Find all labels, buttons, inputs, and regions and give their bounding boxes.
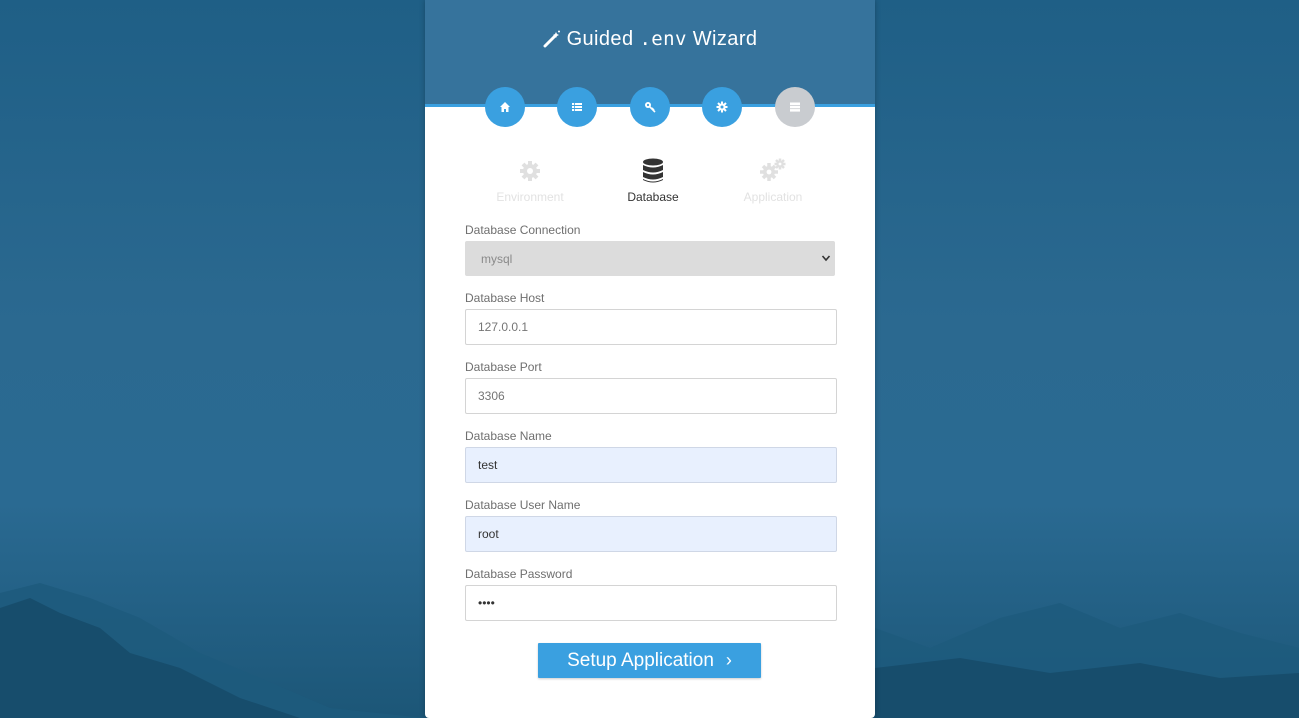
port-input[interactable]: 3306 xyxy=(465,378,837,414)
title-prefix: Guided xyxy=(566,28,634,50)
tab-environment[interactable]: Environment xyxy=(470,158,590,204)
port-label: Database Port xyxy=(465,360,542,374)
tab-environment-label: Environment xyxy=(496,190,564,204)
key-icon xyxy=(645,102,656,113)
username-input[interactable]: root xyxy=(465,516,837,552)
gear-icon xyxy=(716,101,728,113)
host-label: Database Host xyxy=(465,291,545,305)
wizard-panel: Guided .env Wizard Environment Database xyxy=(425,0,875,718)
step-list-button[interactable] xyxy=(557,87,597,127)
step-home-button[interactable] xyxy=(485,87,525,127)
database-name-input[interactable]: test xyxy=(465,447,837,483)
connection-value: mysql xyxy=(481,252,513,266)
setup-application-label: Setup Application xyxy=(567,650,714,671)
step-key-button[interactable] xyxy=(630,87,670,127)
tab-application[interactable]: Application xyxy=(713,158,833,204)
step-settings-button[interactable] xyxy=(702,87,742,127)
home-icon xyxy=(500,102,510,112)
name-field: Database Name test xyxy=(465,428,837,497)
section-tabs: Environment Database Application xyxy=(465,158,835,208)
connection-select[interactable]: mysql xyxy=(465,241,835,276)
chevron-right-icon: › xyxy=(725,650,732,670)
chevron-down-icon xyxy=(821,241,831,291)
connection-field: Database Connection mysql xyxy=(465,222,837,291)
host-input[interactable]: 127.0.0.1 xyxy=(465,309,837,345)
username-field: Database User Name root xyxy=(465,497,837,566)
server-icon xyxy=(790,102,800,112)
magic-wand-icon xyxy=(543,30,561,54)
tab-database[interactable]: Database xyxy=(593,158,713,204)
database-icon xyxy=(643,158,663,183)
name-label: Database Name xyxy=(465,429,552,443)
password-label: Database Password xyxy=(465,567,573,581)
step-server-button[interactable] xyxy=(775,87,815,127)
list-icon xyxy=(572,103,582,111)
port-field: Database Port 3306 xyxy=(465,359,837,428)
host-field: Database Host 127.0.0.1 xyxy=(465,290,837,359)
username-label: Database User Name xyxy=(465,498,581,512)
step-indicator xyxy=(425,87,875,127)
setup-application-button[interactable]: Setup Application › xyxy=(538,643,761,678)
password-field: Database Password •••• xyxy=(465,566,837,635)
title-suffix: Wizard xyxy=(692,28,758,50)
page-title: Guided .env Wizard xyxy=(425,28,875,54)
password-input[interactable]: •••• xyxy=(465,585,837,621)
gears-icon xyxy=(760,158,786,181)
connection-label: Database Connection xyxy=(465,223,581,237)
gear-icon xyxy=(520,161,540,181)
database-form: Database Connection mysql Database Host … xyxy=(465,222,837,635)
tab-database-label: Database xyxy=(627,190,679,204)
title-mono: .env xyxy=(639,28,687,50)
tab-application-label: Application xyxy=(743,190,803,204)
